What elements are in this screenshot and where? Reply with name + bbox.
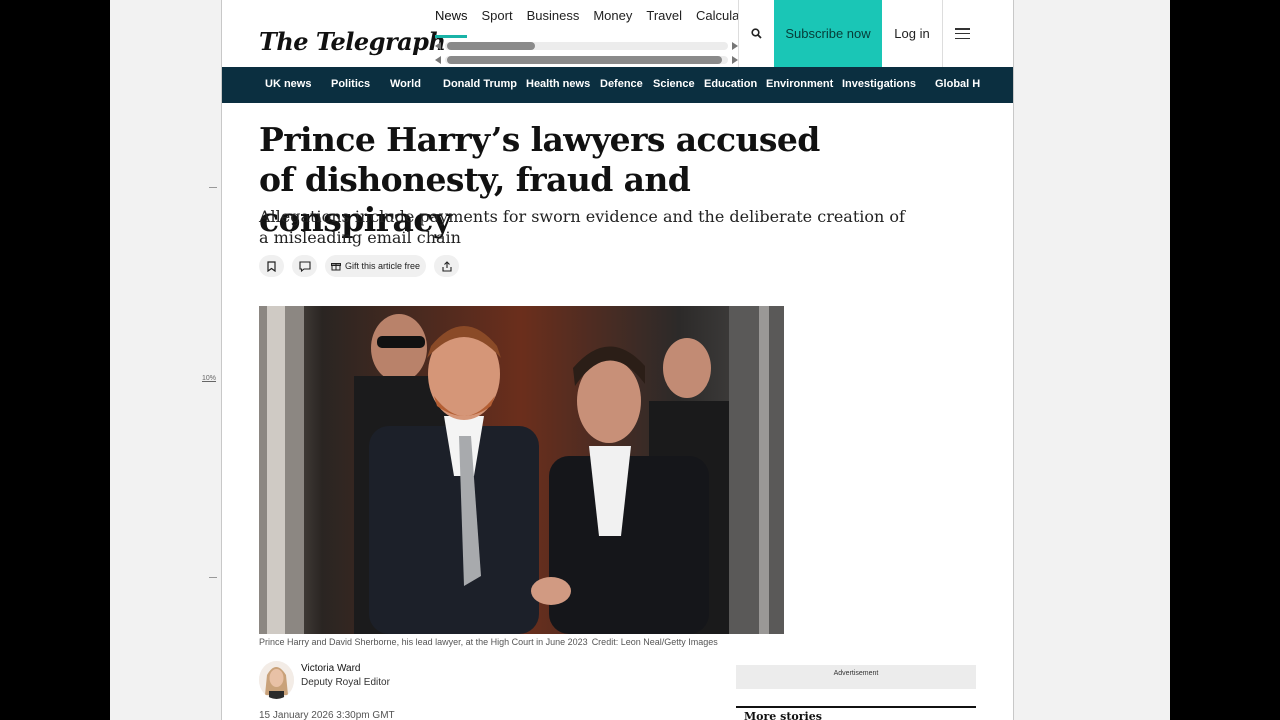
article-standfirst: Allegations include payments for sworn e… bbox=[259, 207, 905, 247]
zoom-label: 10% bbox=[202, 375, 217, 382]
section-item-politics[interactable]: Politics bbox=[331, 78, 390, 90]
article-actions: Gift this article free bbox=[259, 255, 460, 277]
topnav-item-business[interactable]: Business bbox=[527, 8, 580, 23]
section-item-education[interactable]: Education bbox=[704, 78, 766, 90]
search-icon bbox=[750, 28, 762, 39]
menu-button[interactable] bbox=[942, 0, 982, 67]
top-nav: News Sport Business Money Travel Calcula… bbox=[435, 8, 738, 66]
topnav-item-money[interactable]: Money bbox=[593, 8, 632, 23]
scrollbar-thumb[interactable] bbox=[447, 56, 722, 64]
login-link[interactable]: Log in bbox=[882, 0, 942, 67]
share-icon bbox=[441, 260, 452, 272]
scroll-left-icon[interactable] bbox=[435, 56, 441, 64]
document-canvas: 10% The Telegraph News Sport Business Mo… bbox=[110, 0, 1170, 720]
topnav-item-sport[interactable]: Sport bbox=[482, 8, 513, 23]
hamburger-icon bbox=[954, 28, 970, 39]
topnav-item-news[interactable]: News bbox=[435, 8, 468, 23]
section-item-uk-news[interactable]: UK news bbox=[265, 78, 331, 90]
advertisement-slot: Advertisement bbox=[736, 665, 976, 689]
author-role: Deputy Royal Editor bbox=[301, 677, 390, 688]
gift-article-button[interactable]: Gift this article free bbox=[325, 255, 427, 277]
telegraph-logo[interactable]: The Telegraph bbox=[259, 27, 446, 56]
more-stories-heading: More stories bbox=[736, 706, 976, 720]
ruler-tick bbox=[209, 187, 217, 188]
scrollbar-thumb[interactable] bbox=[447, 42, 535, 50]
section-item-investigations[interactable]: Investigations bbox=[842, 78, 935, 90]
gift-icon bbox=[331, 263, 341, 271]
horizontal-scrollbar[interactable] bbox=[435, 55, 738, 65]
author-byline[interactable]: Victoria Ward Deputy Royal Editor bbox=[259, 661, 390, 699]
bookmark-icon bbox=[267, 260, 276, 272]
ruler-tick bbox=[209, 577, 217, 578]
caption-text: Prince Harry and David Sherborne, his le… bbox=[259, 637, 588, 647]
section-nav: UK news Politics World Donald Trump Heal… bbox=[222, 67, 1013, 103]
web-page: The Telegraph News Sport Business Money … bbox=[221, 0, 1014, 720]
search-button[interactable] bbox=[738, 0, 774, 67]
publish-date: 15 January 2026 3:30pm GMT bbox=[259, 710, 395, 720]
author-name[interactable]: Victoria Ward bbox=[301, 662, 390, 676]
section-item-health-news[interactable]: Health news bbox=[526, 78, 600, 90]
share-button[interactable] bbox=[434, 255, 460, 277]
section-item-world[interactable]: World bbox=[390, 78, 443, 90]
masthead: The Telegraph News Sport Business Money … bbox=[222, 0, 1013, 67]
article-hero-image[interactable] bbox=[259, 306, 784, 634]
court-photo bbox=[259, 306, 784, 634]
horizontal-scrollbar[interactable] bbox=[435, 41, 738, 51]
comment-icon bbox=[298, 260, 311, 272]
section-item-global-health[interactable]: Global H bbox=[935, 78, 980, 90]
subscribe-button[interactable]: Subscribe now bbox=[774, 0, 882, 67]
gift-label: Gift this article free bbox=[345, 261, 421, 271]
section-item-donald-trump[interactable]: Donald Trump bbox=[443, 78, 526, 90]
bookmark-button[interactable] bbox=[259, 255, 284, 277]
section-item-environment[interactable]: Environment bbox=[766, 78, 842, 90]
scroll-left-icon[interactable] bbox=[435, 42, 441, 50]
image-credit: Credit: Leon Neal/Getty Images bbox=[591, 637, 718, 647]
section-item-defence[interactable]: Defence bbox=[600, 78, 653, 90]
comments-button[interactable] bbox=[292, 255, 317, 277]
screen: 10% The Telegraph News Sport Business Mo… bbox=[0, 0, 1280, 720]
image-caption: Prince Harry and David Sherborne, his le… bbox=[259, 637, 718, 647]
topnav-item-calculators[interactable]: Calculato bbox=[696, 8, 738, 23]
topnav-item-travel[interactable]: Travel bbox=[646, 8, 682, 23]
author-photo bbox=[259, 661, 294, 699]
avatar[interactable] bbox=[259, 661, 294, 699]
active-nav-underline bbox=[435, 35, 467, 38]
section-item-science[interactable]: Science bbox=[653, 78, 704, 90]
